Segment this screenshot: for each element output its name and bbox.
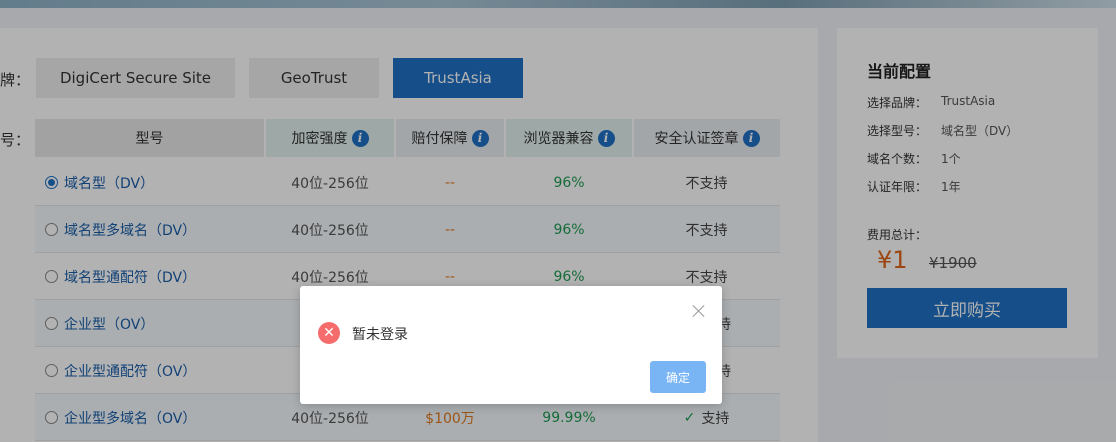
login-alert-dialog: ✕ 暂未登录 确定 xyxy=(300,286,722,404)
dialog-message: 暂未登录 xyxy=(352,327,408,343)
close-icon[interactable] xyxy=(692,304,706,318)
confirm-button[interactable]: 确定 xyxy=(650,361,706,393)
error-icon: ✕ xyxy=(318,322,340,344)
